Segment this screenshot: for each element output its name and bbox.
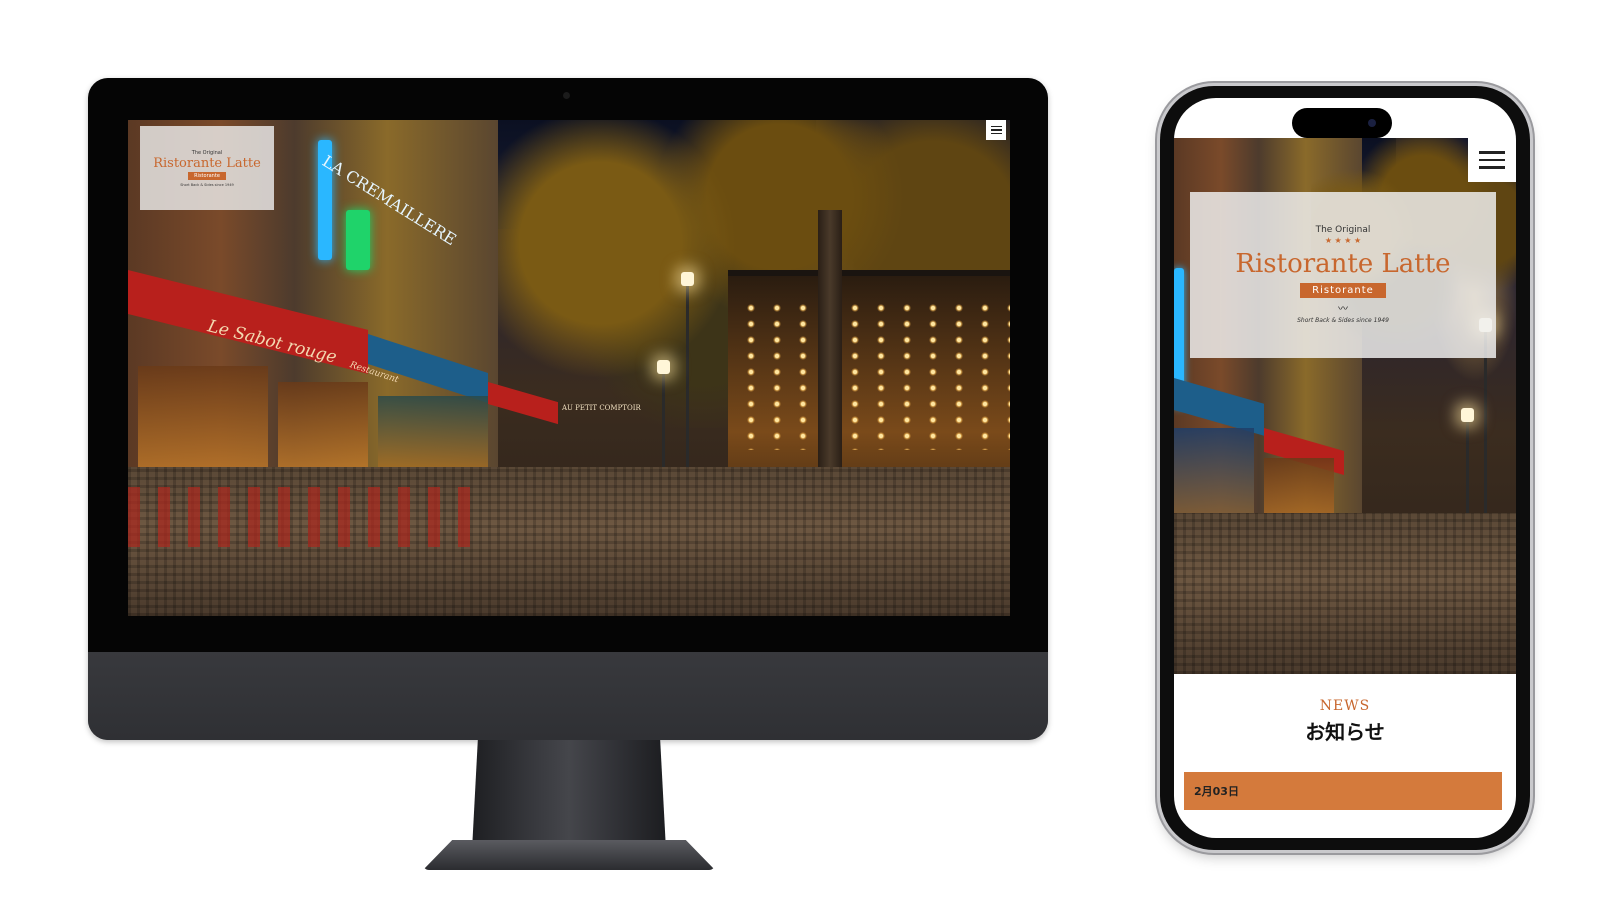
monitor-stand-neck <box>472 740 666 850</box>
monitor-chin <box>88 652 1048 740</box>
news-section: NEWS お知らせ <box>1174 698 1516 745</box>
cafe-tables <box>128 487 481 547</box>
storefront <box>278 382 368 472</box>
news-item[interactable]: 2月03日 <box>1184 772 1502 810</box>
monitor-camera-icon <box>563 92 570 99</box>
logo-motto: Short Back & Sides since 1949 <box>1297 316 1389 324</box>
monitor-stand-base <box>423 840 715 870</box>
desktop-screen: LA CREMAILLERE Le Sabot rouge Restaurant… <box>128 120 1010 616</box>
dynamic-island <box>1292 108 1392 138</box>
hamburger-menu-icon[interactable] <box>1468 138 1516 182</box>
string-lights <box>738 300 1010 450</box>
logo-ribbon: Ristorante <box>1300 282 1386 298</box>
site-logo[interactable]: The Original Ristorante Latte Ristorante… <box>140 126 274 210</box>
news-item-date: 2月03日 <box>1194 785 1239 798</box>
site-logo[interactable]: The Original ★ ★ ★ ★ Ristorante Latte Ri… <box>1190 192 1496 358</box>
logo-name: Ristorante Latte <box>153 155 261 171</box>
news-label: NEWS <box>1319 698 1371 714</box>
logo-ribbon: Ristorante <box>188 171 226 180</box>
storefront <box>378 396 488 476</box>
hamburger-menu-icon[interactable] <box>986 120 1006 140</box>
logo-name: Ristorante Latte <box>1235 248 1451 279</box>
cobblestone-street <box>1174 513 1516 674</box>
sign-au-petit-comptoir: AU PETIT COMPTOIR <box>562 404 641 412</box>
news-title: お知らせ <box>1305 720 1385 744</box>
stars-icon: ★ ★ ★ ★ <box>1324 235 1362 245</box>
storefront <box>138 366 268 476</box>
logo-motto: Short Back & Sides since 1949 <box>180 182 234 187</box>
mustache-icon: 〰 <box>1338 303 1348 315</box>
mobile-phone: The Original ★ ★ ★ ★ Ristorante Latte Ri… <box>1160 86 1530 850</box>
phone-screen: The Original ★ ★ ★ ★ Ristorante Latte Ri… <box>1174 98 1516 838</box>
neon-sign <box>346 210 370 270</box>
logo-tagline: The Original <box>1315 225 1371 236</box>
